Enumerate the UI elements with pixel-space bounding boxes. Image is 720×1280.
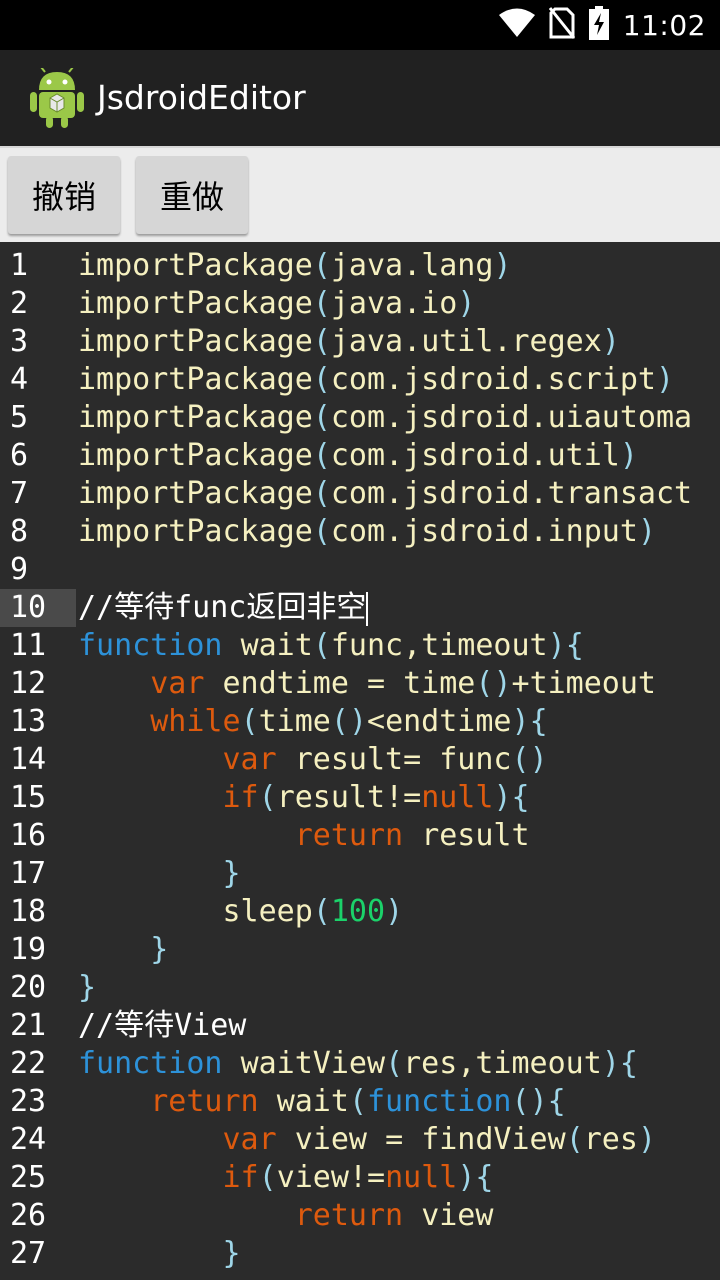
- battery-charging-icon: [588, 6, 609, 44]
- code-line[interactable]: 4 importPackage(com.jsdroid.script): [0, 361, 720, 399]
- line-number: 20: [10, 970, 47, 1005]
- line-number: 2: [10, 286, 29, 321]
- code-line[interactable]: 3 importPackage(java.util.regex): [0, 323, 720, 361]
- code-text[interactable]: importPackage(com.jsdroid.input): [78, 513, 656, 551]
- code-text[interactable]: }: [78, 855, 241, 893]
- code-line[interactable]: 8 importPackage(com.jsdroid.input): [0, 513, 720, 551]
- editor-toolbar: 撤销 重做: [0, 146, 720, 242]
- code-text[interactable]: }: [78, 931, 168, 969]
- code-text[interactable]: importPackage(java.lang): [78, 247, 512, 285]
- line-number: 16: [10, 818, 47, 853]
- code-text[interactable]: importPackage(com.jsdroid.transact: [78, 475, 692, 513]
- wifi-icon: [498, 8, 535, 42]
- code-text[interactable]: importPackage(com.jsdroid.script): [78, 361, 674, 399]
- code-line[interactable]: 10//等待func返回非空: [0, 589, 720, 627]
- line-number: 27: [10, 1236, 47, 1271]
- code-text[interactable]: }: [78, 969, 96, 1007]
- code-line[interactable]: 15 if(result!=null){: [0, 779, 720, 817]
- status-bar: 11:02: [0, 0, 720, 50]
- code-line[interactable]: 6 importPackage(com.jsdroid.util): [0, 437, 720, 475]
- line-number: 5: [10, 400, 29, 435]
- code-line[interactable]: 24 var view = findView(res): [0, 1121, 720, 1159]
- line-number: 7: [10, 476, 29, 511]
- code-line[interactable]: 25 if(view!=null){: [0, 1159, 720, 1197]
- redo-button[interactable]: 重做: [136, 156, 248, 234]
- code-editor[interactable]: 1 importPackage(java.lang) 2 importPackage(…: [0, 242, 720, 1280]
- action-bar: JsdroidEditor: [0, 50, 720, 146]
- line-number: 17: [10, 856, 47, 891]
- code-line[interactable]: 18 sleep(100): [0, 893, 720, 931]
- code-line[interactable]: 12 var endtime = time()+timeout: [0, 665, 720, 703]
- code-line[interactable]: 13 while(time()<endtime){: [0, 703, 720, 741]
- line-number: 23: [10, 1084, 47, 1119]
- code-line[interactable]: 7 importPackage(com.jsdroid.transact: [0, 475, 720, 513]
- line-number: 1: [10, 248, 29, 283]
- line-number: 10: [0, 589, 76, 627]
- code-text[interactable]: function waitView(res,timeout){: [78, 1045, 638, 1083]
- code-text[interactable]: }: [78, 1235, 241, 1273]
- line-number: 26: [10, 1198, 47, 1233]
- code-text[interactable]: return result: [78, 817, 530, 855]
- code-line[interactable]: 5 importPackage(com.jsdroid.uiautoma: [0, 399, 720, 437]
- line-number: 11: [10, 628, 47, 663]
- code-line[interactable]: 27 }: [0, 1235, 720, 1273]
- line-number: 12: [10, 666, 47, 701]
- code-text[interactable]: importPackage(com.jsdroid.util): [78, 437, 638, 475]
- line-number: 15: [10, 780, 47, 815]
- line-number: 22: [10, 1046, 47, 1081]
- line-number: 8: [10, 514, 29, 549]
- status-time: 11:02: [622, 8, 706, 42]
- line-number: 21: [10, 1008, 47, 1043]
- android-robot-icon: [30, 66, 84, 128]
- no-sim-icon: [548, 7, 575, 43]
- code-text[interactable]: var endtime = time()+timeout: [78, 665, 656, 703]
- line-number: 3: [10, 324, 29, 359]
- line-number: 18: [10, 894, 47, 929]
- code-text[interactable]: while(time()<endtime){: [78, 703, 547, 741]
- code-line[interactable]: 17 }: [0, 855, 720, 893]
- code-text[interactable]: importPackage(java.io): [78, 285, 475, 323]
- code-line[interactable]: 9: [0, 551, 720, 589]
- code-line[interactable]: 11 function wait(func,timeout){: [0, 627, 720, 665]
- code-text[interactable]: var result= func(): [78, 741, 548, 779]
- code-line[interactable]: 21 //等待View: [0, 1007, 720, 1045]
- code-text[interactable]: //等待func返回非空: [78, 589, 369, 627]
- code-line[interactable]: 23 return wait(function(){: [0, 1083, 720, 1121]
- line-number: 9: [10, 552, 29, 587]
- status-icons: 11:02: [498, 0, 706, 50]
- line-number: 13: [10, 704, 47, 739]
- code-line[interactable]: 26 return view: [0, 1197, 720, 1235]
- line-number: 4: [10, 362, 29, 397]
- line-number: 25: [10, 1160, 47, 1195]
- code-text[interactable]: //等待View: [78, 1007, 246, 1045]
- line-number: 14: [10, 742, 47, 777]
- code-text[interactable]: if(view!=null){: [78, 1159, 494, 1197]
- line-number: 24: [10, 1122, 47, 1157]
- code-text[interactable]: sleep(100): [78, 893, 404, 931]
- code-text[interactable]: function wait(func,timeout){: [78, 627, 584, 665]
- code-text[interactable]: return wait(function(){: [78, 1083, 565, 1121]
- code-line[interactable]: 2 importPackage(java.io): [0, 285, 720, 323]
- line-number: 6: [10, 438, 29, 473]
- code-text[interactable]: return view: [78, 1197, 494, 1235]
- app-title: JsdroidEditor: [97, 78, 306, 117]
- code-text[interactable]: importPackage(java.util.regex): [78, 323, 620, 361]
- code-line[interactable]: 22 function waitView(res,timeout){: [0, 1045, 720, 1083]
- undo-button[interactable]: 撤销: [8, 156, 120, 234]
- code-text[interactable]: if(result!=null){: [78, 779, 530, 817]
- code-line[interactable]: 20}: [0, 969, 720, 1007]
- code-line[interactable]: 14 var result= func(): [0, 741, 720, 779]
- text-caret: [366, 591, 369, 626]
- code-line[interactable]: 16 return result: [0, 817, 720, 855]
- line-number: 19: [10, 932, 47, 967]
- code-line[interactable]: 1 importPackage(java.lang): [0, 247, 720, 285]
- code-text[interactable]: importPackage(com.jsdroid.uiautoma: [78, 399, 692, 437]
- code-line[interactable]: 19 }: [0, 931, 720, 969]
- code-text[interactable]: var view = findView(res): [78, 1121, 657, 1159]
